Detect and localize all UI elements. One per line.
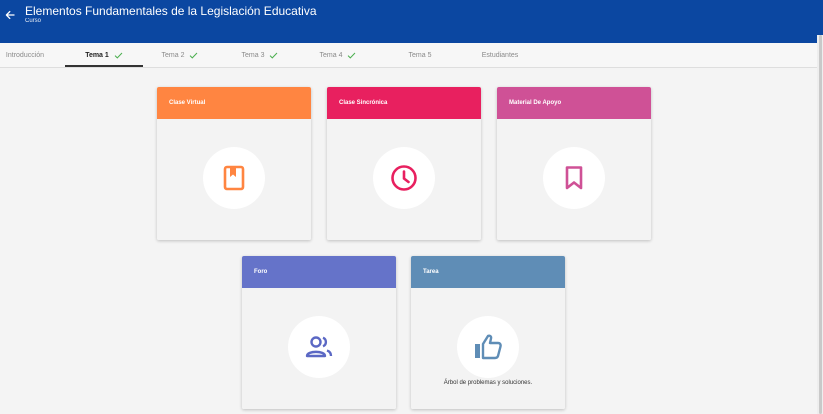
tab-tema-4[interactable]: Tema 4 bbox=[308, 43, 368, 68]
people-icon bbox=[288, 316, 350, 378]
check-icon bbox=[114, 52, 123, 59]
card-clase-sincronica[interactable]: Clase Sincrónica bbox=[327, 87, 481, 240]
thumbs-up-icon bbox=[457, 316, 519, 378]
tab-bar: Introducción Tema 1 Tema 2 Tema 3 Tema 4… bbox=[0, 43, 817, 68]
card-body bbox=[157, 119, 311, 240]
tab-label: Tema 5 bbox=[408, 52, 432, 59]
bookmark-icon bbox=[543, 147, 605, 209]
card-material-de-apoyo[interactable]: Material De Apoyo bbox=[497, 87, 651, 240]
back-button[interactable] bbox=[2, 7, 18, 23]
tab-introduccion[interactable]: Introducción bbox=[0, 43, 50, 68]
card-body bbox=[327, 119, 481, 240]
tab-tema-2[interactable]: Tema 2 bbox=[150, 43, 210, 68]
card-body bbox=[497, 119, 651, 240]
tab-label: Estudiantes bbox=[481, 52, 519, 59]
card-foro[interactable]: Foro bbox=[242, 256, 396, 409]
card-clase-virtual[interactable]: Clase Virtual bbox=[157, 87, 311, 240]
tab-tema-3[interactable]: Tema 3 bbox=[230, 43, 290, 68]
tab-label: Tema 3 bbox=[241, 52, 265, 59]
scrollbar-thumb[interactable] bbox=[819, 35, 822, 414]
tab-label: Tema 1 bbox=[85, 52, 109, 59]
card-note: Árbol de problemas y soluciones. bbox=[443, 380, 533, 386]
check-icon bbox=[347, 52, 356, 59]
card-body: Árbol de problemas y soluciones. bbox=[411, 288, 565, 409]
card-body bbox=[242, 288, 396, 409]
card-title: Material De Apoyo bbox=[497, 87, 651, 119]
app-bar: Elementos Fundamentales de la Legislació… bbox=[0, 0, 823, 43]
page-title: Elementos Fundamentales de la Legislació… bbox=[25, 4, 317, 18]
tab-label: Tema 2 bbox=[161, 52, 185, 59]
check-icon bbox=[269, 52, 278, 59]
arrow-left-icon bbox=[5, 10, 15, 20]
check-icon bbox=[189, 52, 198, 59]
book-icon bbox=[203, 147, 265, 209]
clock-icon bbox=[373, 147, 435, 209]
tab-tema-5[interactable]: Tema 5 bbox=[395, 43, 445, 68]
card-title: Clase Virtual bbox=[157, 87, 311, 119]
page-subtitle: Curso bbox=[25, 18, 42, 24]
card-tarea[interactable]: Tarea Árbol de problemas y soluciones. bbox=[411, 256, 565, 409]
active-tab-indicator bbox=[65, 65, 143, 67]
tab-estudiantes[interactable]: Estudiantes bbox=[470, 43, 530, 68]
card-title: Foro bbox=[242, 256, 396, 288]
tab-label: Tema 4 bbox=[319, 52, 343, 59]
card-title: Tarea bbox=[411, 256, 565, 288]
card-title: Clase Sincrónica bbox=[327, 87, 481, 119]
tab-label: Introducción bbox=[5, 52, 45, 59]
